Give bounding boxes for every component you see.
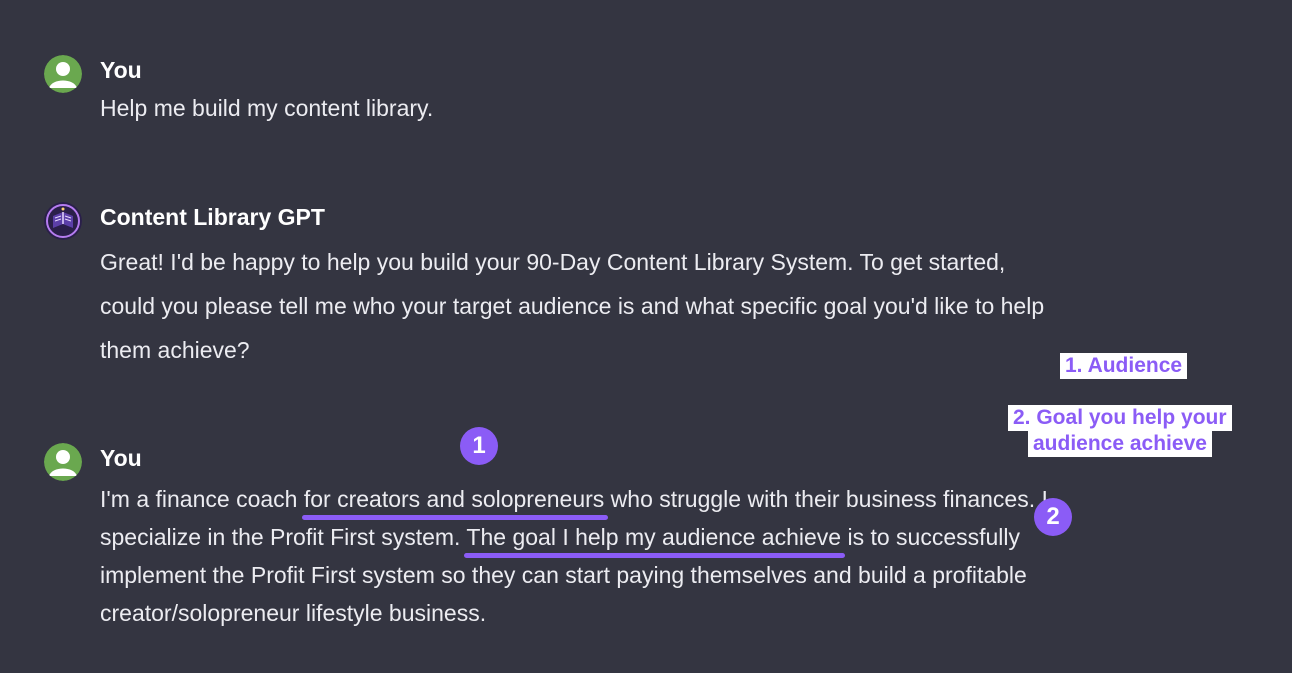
message-author: Content Library GPT — [100, 204, 325, 230]
annotation-marker-2: 2 — [1034, 498, 1072, 536]
gpt-logo-icon — [44, 202, 82, 240]
annotation-marker-1: 1 — [460, 427, 498, 465]
message-author: You — [100, 57, 142, 83]
message-text: I'm a finance coach for creators and sol… — [100, 480, 1050, 632]
text-part: I'm a finance coach — [100, 486, 304, 512]
user-avatar-icon — [44, 55, 82, 93]
user-avatar-icon — [44, 443, 82, 481]
highlight-audience: for creators and solopreneurs — [303, 486, 605, 512]
annotation-note-audience: 1. Audience — [1060, 353, 1188, 379]
annotation-note-goal-line2: audience achieve — [1028, 431, 1212, 457]
message-author: You — [100, 445, 142, 471]
annotation-note-goal-line1: 2. Goal you help your — [1008, 405, 1232, 431]
message-text: Great! I'd be happy to help you build yo… — [100, 249, 1045, 363]
highlight-goal: The goal I help my audience achieve — [466, 524, 842, 550]
message-text: Help me build my content library. — [100, 95, 434, 121]
